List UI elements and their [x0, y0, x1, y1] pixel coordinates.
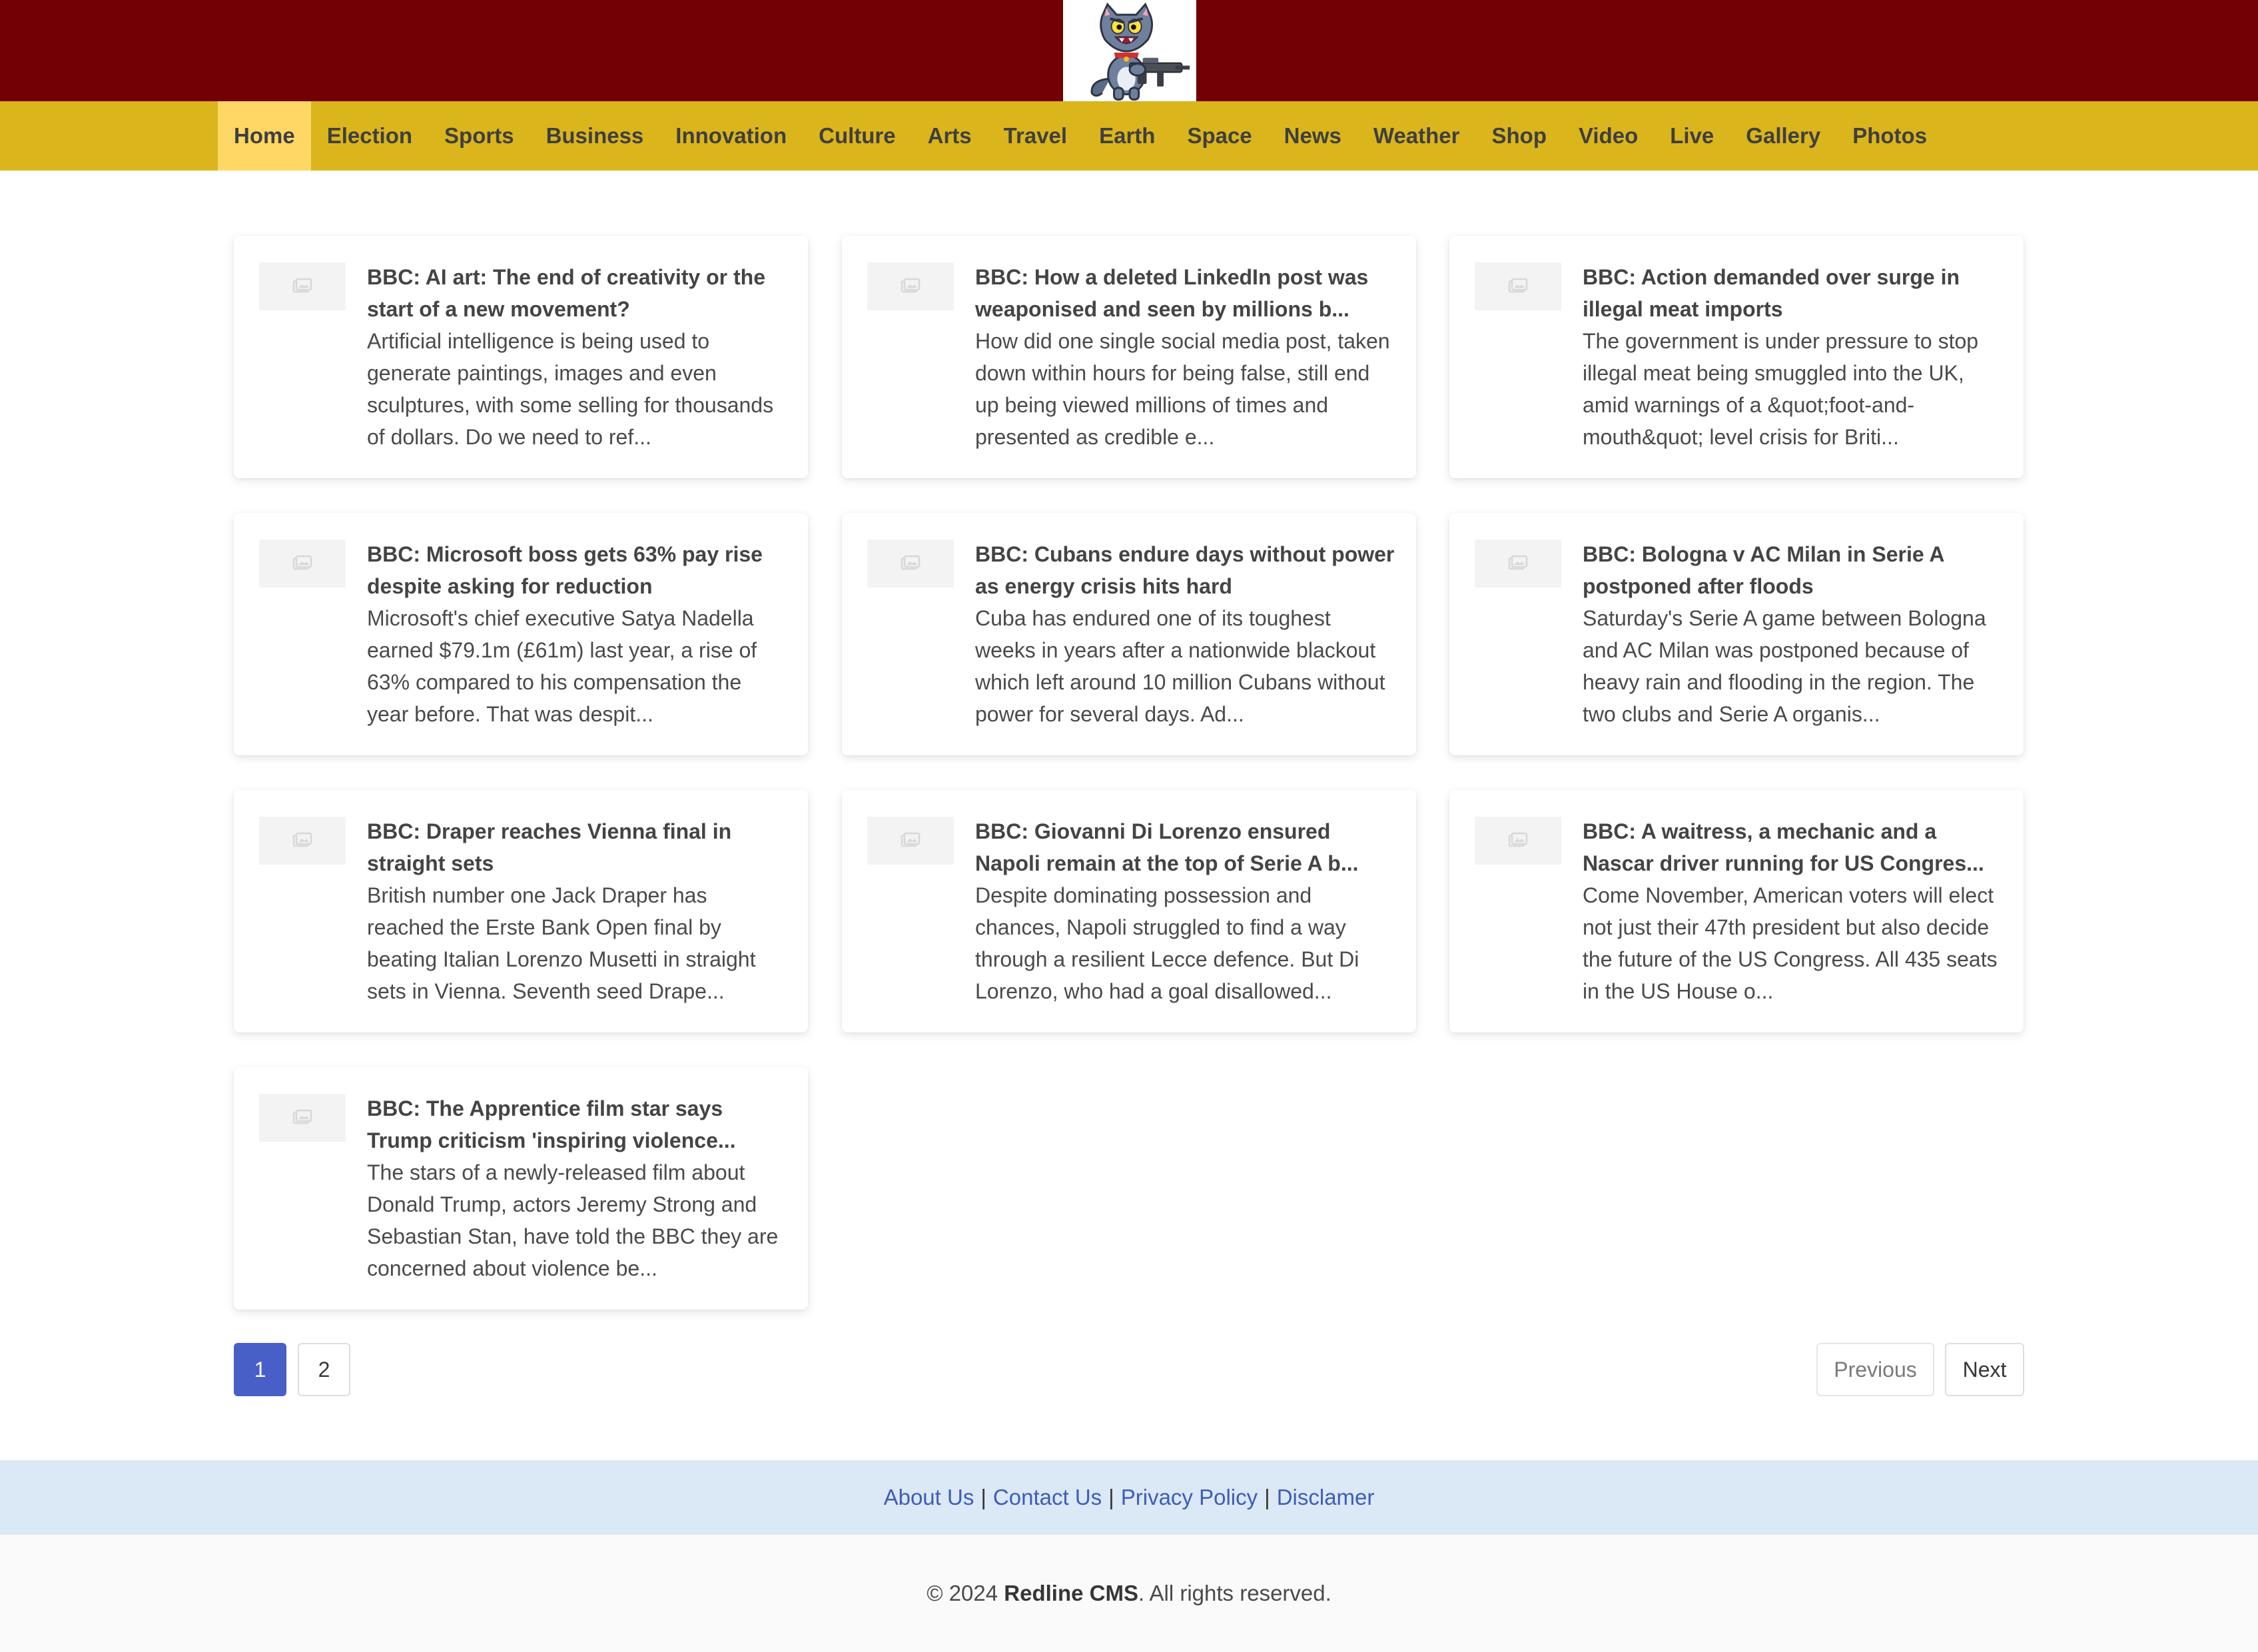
copyright: © 2024 Redline CMS . All rights reserved…: [0, 1535, 2258, 1652]
nav-item-business[interactable]: Business: [530, 101, 660, 171]
brand-name: Redline CMS: [1004, 1581, 1138, 1605]
article-title[interactable]: BBC: Draper reaches Vienna final in stra…: [367, 815, 787, 879]
article-summary: British number one Jack Draper has reach…: [367, 883, 756, 1003]
article-body: BBC: AI art: The end of creativity or th…: [367, 261, 787, 453]
image-placeholder-icon: [259, 1094, 346, 1142]
image-placeholder-icon: [1475, 262, 1561, 310]
nav-item-weather[interactable]: Weather: [1357, 101, 1476, 171]
nav-item-innovation[interactable]: Innovation: [659, 101, 803, 171]
article-title[interactable]: BBC: Cubans endure days without power as…: [975, 538, 1395, 602]
article-card[interactable]: BBC: The Apprentice film star says Trump…: [234, 1067, 808, 1310]
article-summary: Despite dominating possession and chance…: [975, 883, 1359, 1003]
article-title[interactable]: BBC: A waitress, a mechanic and a Nascar…: [1583, 815, 2002, 879]
footer-links: About Us | Contact Us | Privacy Policy |…: [0, 1460, 2258, 1535]
image-placeholder-icon: [259, 262, 346, 310]
article-body: BBC: How a deleted LinkedIn post was wea…: [975, 261, 1395, 453]
copyright-suffix: . All rights reserved.: [1138, 1581, 1331, 1605]
article-summary: Cuba has endured one of its toughest wee…: [975, 606, 1385, 726]
image-placeholder-icon: [1475, 817, 1561, 865]
article-body: BBC: Cubans endure days without power as…: [975, 538, 1395, 730]
footer-separator: |: [980, 1485, 986, 1509]
image-placeholder-icon: [867, 262, 954, 310]
article-summary: Microsoft's chief executive Satya Nadell…: [367, 606, 757, 726]
article-summary: The stars of a newly-released film about…: [367, 1160, 779, 1280]
site-logo[interactable]: [1063, 0, 1196, 101]
article-card[interactable]: BBC: AI art: The end of creativity or th…: [234, 236, 808, 478]
article-summary: The government is under pressure to stop…: [1583, 329, 1979, 449]
article-summary: Saturday's Serie A game between Bologna …: [1583, 606, 1986, 726]
nav-item-photos[interactable]: Photos: [1836, 101, 1943, 171]
footer-link-contact[interactable]: Contact Us: [993, 1485, 1102, 1510]
nav-item-video[interactable]: Video: [1563, 101, 1654, 171]
nav-item-shop[interactable]: Shop: [1476, 101, 1563, 171]
article-title[interactable]: BBC: How a deleted LinkedIn post was wea…: [975, 261, 1395, 325]
article-card[interactable]: BBC: Giovanni Di Lorenzo ensured Napoli …: [842, 790, 1416, 1032]
article-body: BBC: A waitress, a mechanic and a Nascar…: [1583, 815, 2002, 1007]
footer-link-about[interactable]: About Us: [884, 1485, 974, 1510]
article-title[interactable]: BBC: Microsoft boss gets 63% pay rise de…: [367, 538, 787, 602]
article-title[interactable]: BBC: Action demanded over surge in illeg…: [1583, 261, 2002, 325]
article-body: BBC: The Apprentice film star says Trump…: [367, 1092, 787, 1284]
article-card[interactable]: BBC: Cubans endure days without power as…: [842, 513, 1416, 755]
image-placeholder-icon: [259, 817, 346, 865]
article-title[interactable]: BBC: AI art: The end of creativity or th…: [367, 261, 787, 325]
nav-item-travel[interactable]: Travel: [988, 101, 1083, 171]
nav-item-arts[interactable]: Arts: [912, 101, 988, 171]
nav-list: Home Election Sports Business Innovation Cult…: [218, 101, 1943, 171]
footer-separator: |: [1264, 1485, 1270, 1509]
article-body: BBC: Bologna v AC Milan in Serie A postp…: [1583, 538, 2002, 730]
article-card[interactable]: BBC: Draper reaches Vienna final in stra…: [234, 790, 808, 1032]
article-card[interactable]: BBC: Action demanded over surge in illeg…: [1449, 236, 2024, 478]
article-card[interactable]: BBC: Bologna v AC Milan in Serie A postp…: [1449, 513, 2024, 755]
nav-item-news[interactable]: News: [1268, 101, 1357, 171]
image-placeholder-icon: [867, 540, 954, 588]
article-body: BBC: Giovanni Di Lorenzo ensured Napoli …: [975, 815, 1395, 1007]
footer-separator: |: [1108, 1485, 1114, 1509]
nav-item-earth[interactable]: Earth: [1083, 101, 1171, 171]
nav-item-election[interactable]: Election: [311, 101, 428, 171]
article-title[interactable]: BBC: Giovanni Di Lorenzo ensured Napoli …: [975, 815, 1395, 879]
article-card[interactable]: BBC: How a deleted LinkedIn post was wea…: [842, 236, 1416, 478]
image-placeholder-icon: [259, 540, 346, 588]
nav-item-gallery[interactable]: Gallery: [1730, 101, 1836, 171]
next-button[interactable]: Next: [1945, 1343, 2024, 1396]
nav-item-space[interactable]: Space: [1171, 101, 1268, 171]
copyright-prefix: © 2024: [927, 1581, 1004, 1605]
article-summary: Artificial intelligence is being used to…: [367, 329, 774, 449]
nav-item-sports[interactable]: Sports: [428, 101, 530, 171]
main-nav: Home Election Sports Business Innovation Cult…: [0, 101, 2258, 171]
image-placeholder-icon: [867, 817, 954, 865]
article-summary: Come November, American voters will elec…: [1583, 883, 1998, 1003]
footer-link-disclaimer[interactable]: Disclamer: [1277, 1485, 1375, 1510]
nav-item-culture[interactable]: Culture: [803, 101, 912, 171]
article-card[interactable]: BBC: A waitress, a mechanic and a Nascar…: [1449, 790, 2024, 1032]
page-1-button[interactable]: 1: [234, 1343, 286, 1396]
article-summary: How did one single social media post, ta…: [975, 329, 1390, 449]
article-body: BBC: Draper reaches Vienna final in stra…: [367, 815, 787, 1007]
cat-mascot-icon: [1090, 2, 1190, 101]
article-body: BBC: Microsoft boss gets 63% pay rise de…: [367, 538, 787, 730]
image-placeholder-icon: [1475, 540, 1561, 588]
article-body: BBC: Action demanded over surge in illeg…: [1583, 261, 2002, 453]
nav-item-home[interactable]: Home: [218, 101, 311, 171]
article-title[interactable]: BBC: Bologna v AC Milan in Serie A postp…: [1583, 538, 2002, 602]
page-2-button[interactable]: 2: [298, 1343, 350, 1396]
nav-item-live[interactable]: Live: [1654, 101, 1730, 171]
article-title[interactable]: BBC: The Apprentice film star says Trump…: [367, 1092, 787, 1156]
article-card[interactable]: BBC: Microsoft boss gets 63% pay rise de…: [234, 513, 808, 755]
footer-link-privacy[interactable]: Privacy Policy: [1121, 1485, 1258, 1510]
previous-button[interactable]: Previous: [1816, 1343, 1934, 1396]
